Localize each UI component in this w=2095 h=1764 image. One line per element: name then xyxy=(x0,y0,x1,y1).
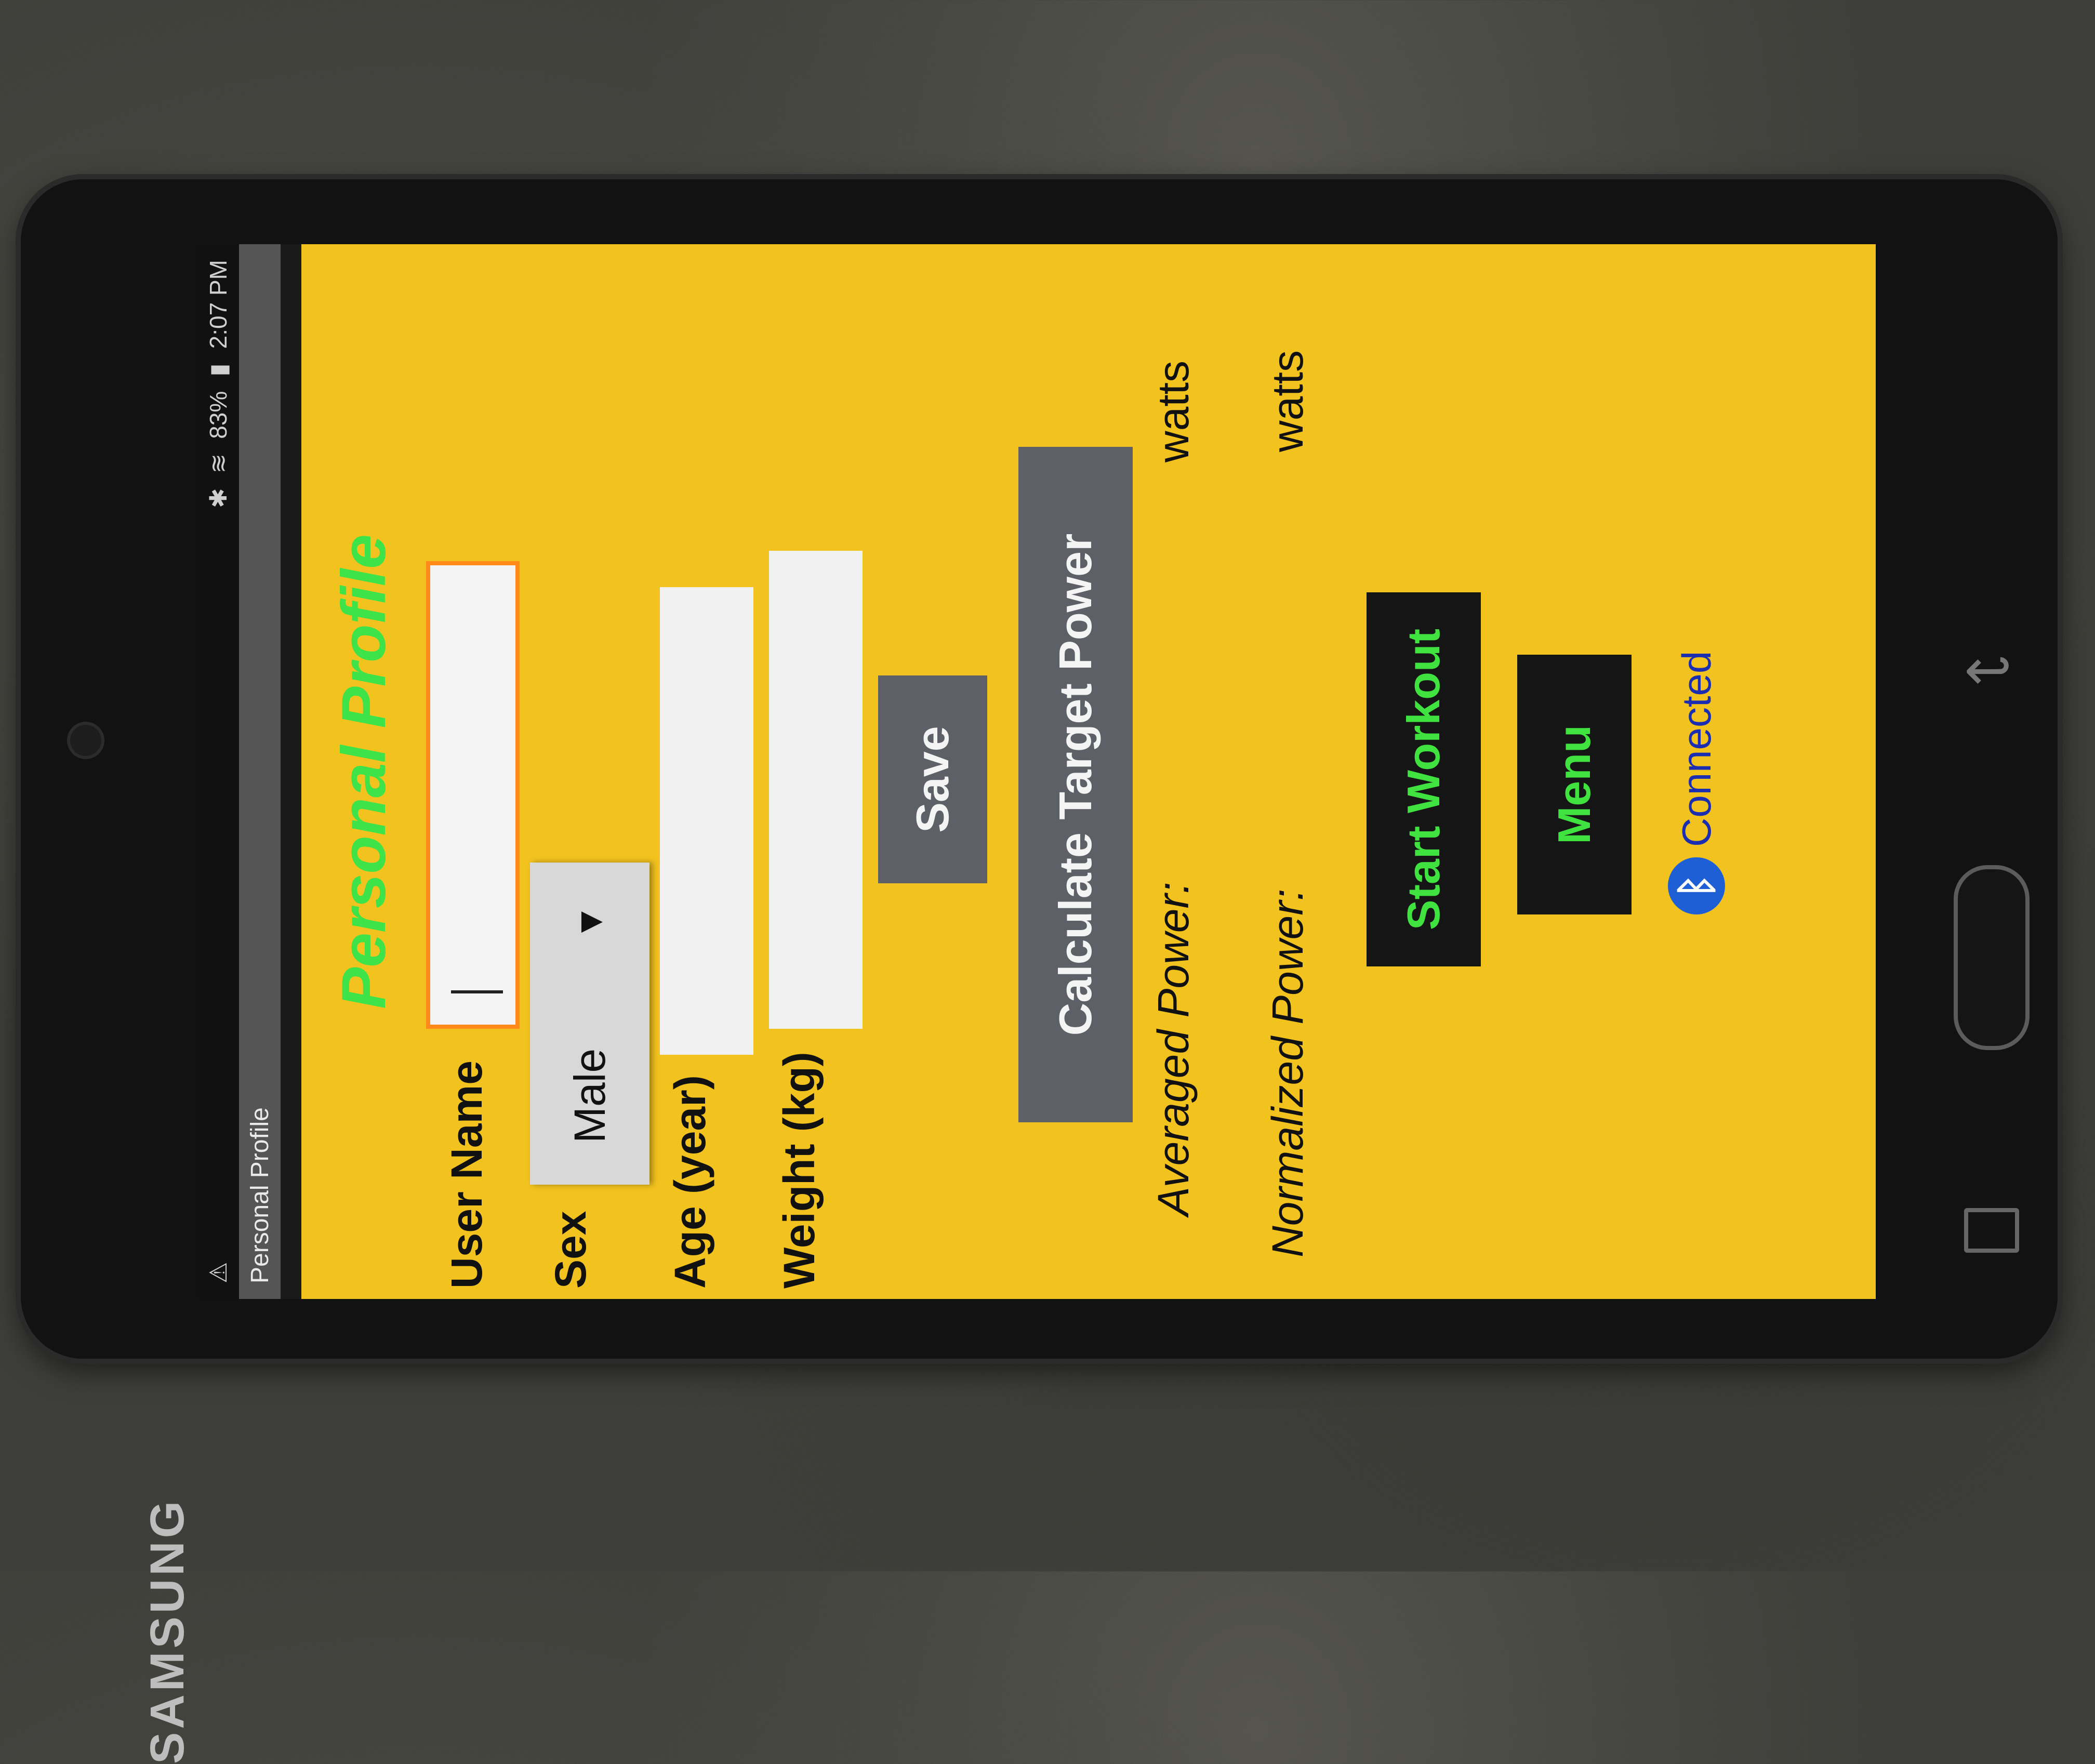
save-button[interactable]: Save xyxy=(878,675,987,883)
age-input[interactable] xyxy=(660,587,753,1055)
page-title: Personal Profile xyxy=(329,534,399,1009)
age-label: Age (year) xyxy=(666,1075,714,1289)
action-bar: Personal Profile xyxy=(239,244,281,1299)
battery-level: 83% xyxy=(205,391,232,439)
bluetooth-status-text: Connected xyxy=(1673,651,1719,847)
status-bar: ⚠ ✱ ≋ 83% ▮ 2:07 PM xyxy=(197,244,239,1299)
battery-icon: ▮ xyxy=(205,363,232,377)
action-bar-title: Personal Profile xyxy=(246,1107,274,1283)
username-input[interactable] xyxy=(426,561,520,1029)
front-camera xyxy=(70,725,101,756)
bluetooth-status-icon: ✱ xyxy=(205,488,232,508)
screen: ⚠ ✱ ≋ 83% ▮ 2:07 PM Personal Profile Per… xyxy=(197,244,1876,1299)
sex-select[interactable]: Male ▼ xyxy=(530,863,649,1185)
username-label: User Name xyxy=(442,1060,491,1289)
toolbar-divider xyxy=(281,244,301,1299)
menu-button[interactable]: Menu xyxy=(1517,655,1632,914)
calculate-target-power-button[interactable]: Calculate Target Power xyxy=(1018,447,1133,1122)
wifi-icon: ≋ xyxy=(205,453,232,474)
recent-apps-icon[interactable] xyxy=(1964,1208,2019,1253)
app-window: ⚠ ✱ ≋ 83% ▮ 2:07 PM Personal Profile Per… xyxy=(197,244,1876,1299)
sex-label: Sex xyxy=(546,1211,595,1289)
averaged-power-label: Averaged Power: xyxy=(1149,882,1198,1216)
home-button[interactable] xyxy=(1954,865,2030,1050)
bluetooth-connection-status: ᛒ Connected xyxy=(1668,651,1725,914)
dropdown-arrow-icon: ▼ xyxy=(569,904,610,940)
bluetooth-icon: ᛒ xyxy=(1668,857,1725,914)
weight-input[interactable] xyxy=(769,551,863,1029)
sex-select-value: Male xyxy=(565,1048,614,1143)
warning-icon: ⚠ xyxy=(205,1262,232,1283)
back-key-icon[interactable]: ↩ xyxy=(1964,636,2012,703)
brand-logo: SAMSUNG xyxy=(141,1497,194,1764)
normalized-power-unit: watts xyxy=(1263,350,1312,452)
weight-label: Weight (kg) xyxy=(775,1052,824,1289)
normalized-power-label: Normalized Power: xyxy=(1263,888,1312,1257)
start-workout-button[interactable]: Start Workout xyxy=(1367,592,1481,966)
clock: 2:07 PM xyxy=(205,260,232,349)
text-cursor xyxy=(451,990,503,993)
averaged-power-unit: watts xyxy=(1149,360,1198,462)
